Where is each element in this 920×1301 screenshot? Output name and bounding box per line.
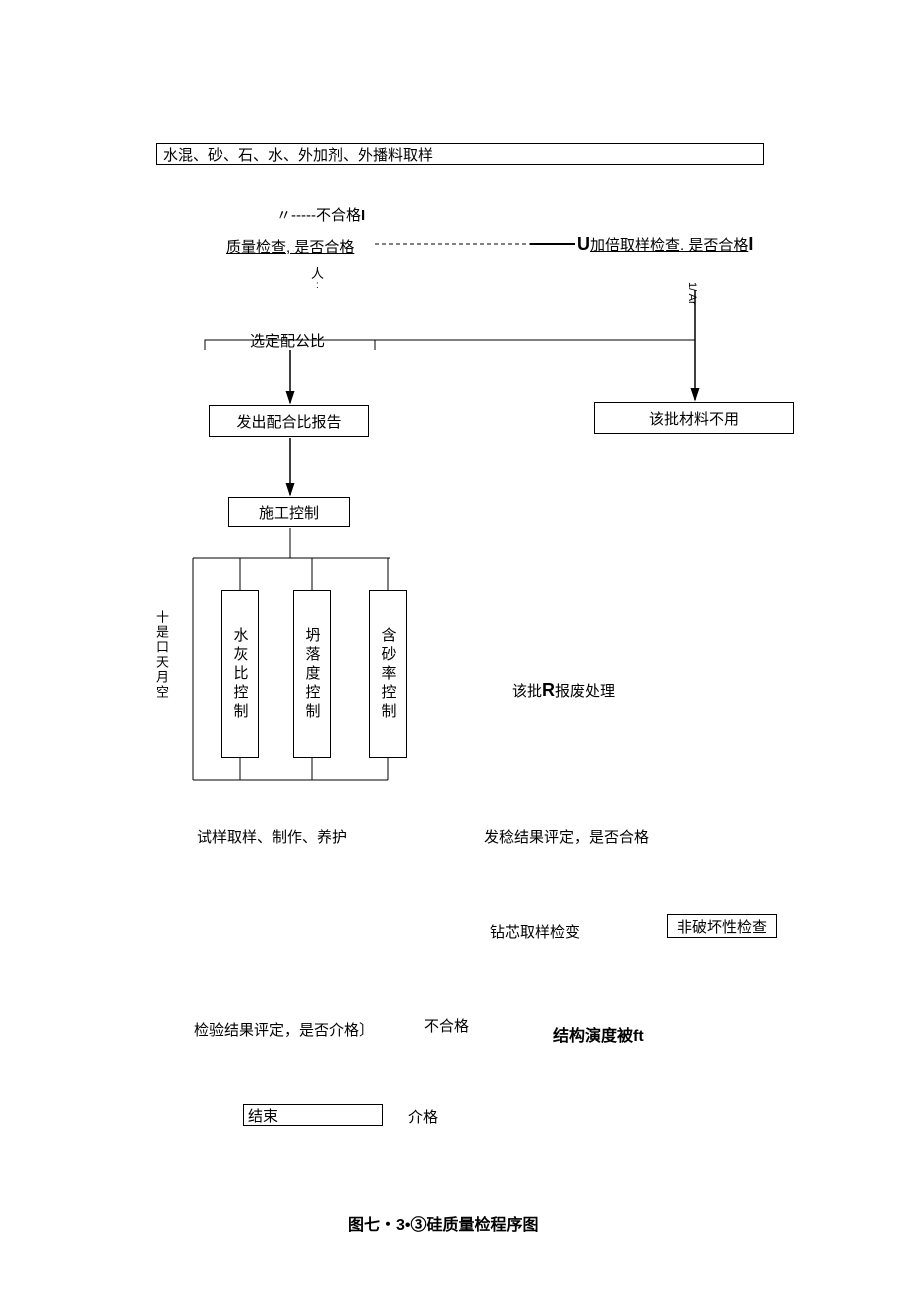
label-unqualified: 不合格 [424,1015,469,1036]
node-eval-final: 检验结果评定，是否介格〕 [194,1019,374,1040]
node-select-ratio: 选定配公比 [250,330,325,351]
node-nondestructive: 非破坏性检查 [667,914,777,938]
node-sampling: 水混、砂、石、水、外加剂、外播料取样 [156,143,764,165]
side-vertical-label: 十是口天月空 [152,610,171,700]
node-scrap: 该批R报废处理 [512,680,615,701]
dots: : [316,280,319,291]
node-qc-check: 质量检查, 是否合格 [226,236,354,257]
node-end: 结束 [243,1104,383,1126]
node-sand-rate-control: 含砂率控制 [369,590,407,758]
label-dash-unqualified: 〃-----不合格I [276,204,365,225]
node-sample-make: 试样取样、制作、养护 [197,826,347,847]
node-slump-control: 坍落度控制 [293,590,331,758]
node-double-sample: U加倍取样检查. 是否合格I [577,234,753,255]
node-water-cement-ratio: 水灰比控制 [221,590,259,758]
node-issue-report: 发出配合比报告 [209,405,369,437]
flow-connectors [0,0,920,1301]
node-sampling-text: 水混、砂、石、水、外加剂、外播料取样 [163,144,433,165]
label-qualified: 介格 [408,1106,438,1127]
node-eval-result: 发稔结果评定，是否合格 [484,826,649,847]
label-small-tr: 1/ Ar [686,282,698,305]
node-struct-strength: 结构演度被ft [553,1022,644,1046]
node-reject-material: 该批材料不用 [594,402,794,434]
node-construction-control: 施工控制 [228,497,350,527]
figure-title: 图七・3•③硅质量检程序图 [348,1211,539,1235]
node-core-sample: 钻芯取样检变 [490,921,580,942]
